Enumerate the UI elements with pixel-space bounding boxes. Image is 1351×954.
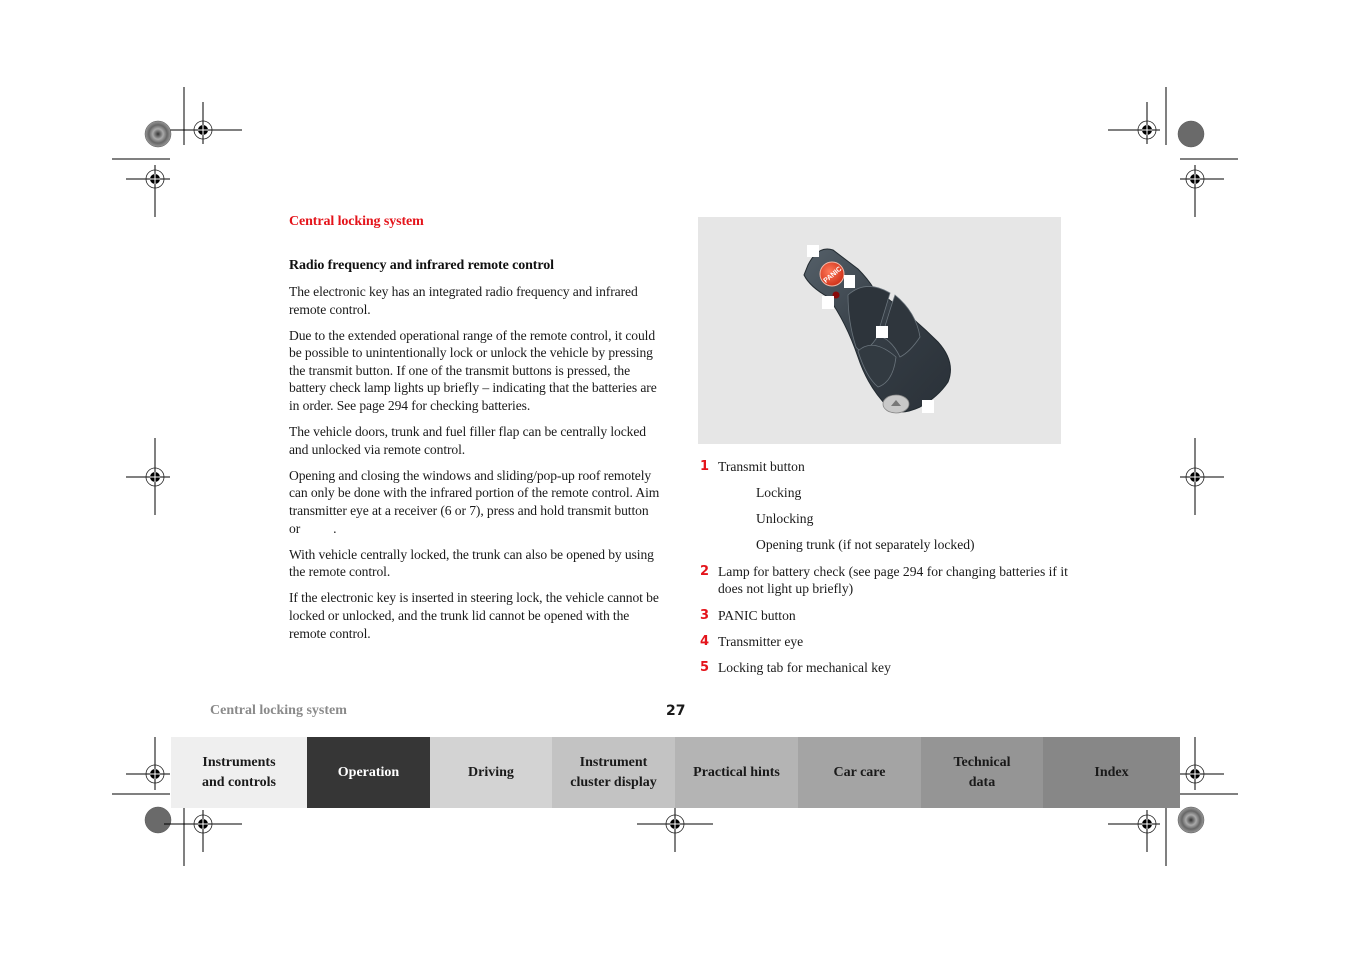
tab-label-line: Instruments: [202, 754, 276, 770]
main-text-column: Central locking system Radio frequency a…: [289, 212, 661, 651]
paragraph: The vehicle doors, trunk and fuel filler…: [289, 424, 646, 457]
tab-label: Index: [1094, 764, 1129, 780]
legend-number: 4: [700, 633, 710, 649]
legend-number: 3: [700, 607, 710, 623]
tab-label: Instruments and controls: [202, 753, 276, 793]
tab-label: Driving: [468, 764, 514, 780]
paragraph: Opening and closing the windows and slid…: [289, 467, 661, 537]
legend-text: Locking tab for mechanical key: [718, 659, 891, 675]
legend-item: 1 Transmit button: [700, 458, 1070, 476]
legend-number: 1: [700, 459, 710, 474]
legend-text: Transmitter eye: [718, 633, 804, 649]
tab-index[interactable]: Index: [1043, 737, 1180, 808]
page-number: 27: [666, 703, 686, 719]
legend-item: 2 Lamp for battery check (see page 294 f…: [700, 563, 1070, 598]
callout-marker: [844, 275, 855, 288]
legend-item: 3 PANIC button: [700, 607, 1070, 625]
callout-marker: [922, 400, 934, 413]
legend-number: 5: [700, 659, 710, 675]
tab-label-line: Technical: [953, 754, 1011, 770]
legend-item: 4 Transmitter eye: [700, 633, 1070, 651]
legend-subitem: Unlocking: [756, 511, 814, 527]
chapter-nav-tabs: Instruments and controls Operation Drivin…: [171, 737, 1180, 808]
callout-marker: [876, 326, 888, 338]
tab-label: Practical hints: [693, 764, 780, 780]
subheading: Radio frequency and infrared remote cont…: [289, 258, 554, 273]
legend-subitem: Locking: [756, 485, 802, 501]
running-footer-title: Central locking system: [210, 703, 347, 718]
tab-practical-hints[interactable]: Practical hints: [675, 737, 798, 808]
legend-text: Transmit button: [718, 459, 805, 474]
legend-text: Lamp for battery check (see page 294 for…: [718, 563, 1068, 597]
registration-mark-top-left: [112, 87, 242, 217]
tab-label-line: and controls: [201, 774, 277, 790]
tab-label: Operation: [337, 764, 400, 780]
tab-driving[interactable]: Driving: [430, 737, 552, 808]
tab-label: Car care: [833, 764, 886, 780]
callout-marker: [822, 296, 834, 309]
tab-instrument-cluster-display[interactable]: Instrument cluster display: [552, 737, 675, 808]
tab-label: Instrument cluster display: [570, 753, 656, 793]
registration-mark-top-right: [1108, 87, 1238, 217]
legend-number: 2: [700, 563, 710, 579]
paragraph-tail: or .: [289, 520, 337, 536]
legend-subitem: Opening trunk (if not separately locked): [756, 537, 975, 553]
legend-text: PANIC button: [718, 607, 796, 623]
registration-mark-middle-left: [126, 438, 170, 515]
registration-mark-bottom-center: [637, 808, 713, 852]
paragraph-text: Opening and closing the windows and slid…: [289, 467, 660, 519]
tab-technical-data[interactable]: Technical data: [921, 737, 1043, 808]
tab-label: Technical data: [953, 753, 1010, 793]
legend-item: 5 Locking tab for mechanical key: [700, 659, 1070, 677]
tab-instruments-and-controls[interactable]: Instruments and controls: [171, 737, 307, 808]
tab-label-line: Instrument: [579, 754, 648, 770]
paragraph: The electronic key has an integrated rad…: [289, 284, 638, 317]
tab-operation[interactable]: Operation: [307, 737, 430, 808]
tab-car-care[interactable]: Car care: [798, 737, 921, 808]
print-registration-marks: [112, 87, 1238, 866]
tab-label-line: cluster display: [570, 774, 657, 790]
tab-label-line: data: [968, 774, 996, 790]
paragraph: If the electronic key is inserted in ste…: [289, 590, 659, 641]
callout-marker: [807, 245, 819, 257]
paragraph: With vehicle centrally locked, the trunk…: [289, 546, 654, 580]
paragraph: Due to the extended operational range of…: [289, 327, 657, 414]
key-illustration: PANIC: [698, 217, 1061, 444]
section-title: Central locking system: [289, 214, 424, 229]
registration-mark-middle-right: [1180, 438, 1224, 515]
figure-legend: 1 Transmit button Locking Unlocking Open…: [700, 458, 1070, 685]
